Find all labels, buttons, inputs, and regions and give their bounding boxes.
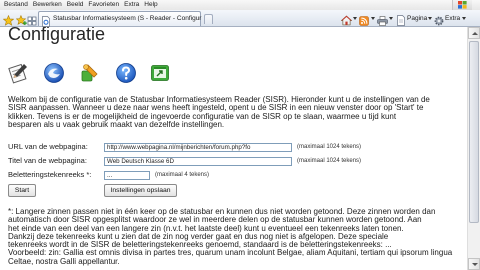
- print-icon[interactable]: [377, 13, 388, 26]
- menu-favorieten[interactable]: Favorieten: [88, 0, 119, 10]
- new-tab-button[interactable]: [204, 14, 213, 24]
- intro-line: besparen als u vaak gebruik maakt van de…: [8, 119, 225, 129]
- intro-text: Welkom bij de configuratie van de Status…: [8, 95, 430, 129]
- menu-help[interactable]: Help: [144, 0, 157, 10]
- url-hint: (maximaal 1024 tekens): [297, 144, 362, 150]
- footnote-text: *: Langere zinnen passen niet in één kee…: [8, 207, 452, 266]
- menu-items: Bestand Bewerken Beeld Favorieten Extra …: [4, 0, 158, 10]
- footnote-line: Celtae, nostra Galli appellantur.: [8, 256, 120, 266]
- quick-tabs-icon[interactable]: [27, 13, 38, 26]
- feed-icon[interactable]: [359, 13, 370, 26]
- tools-dropdown-arrow-icon[interactable]: [462, 17, 466, 20]
- title-input[interactable]: [104, 156, 292, 166]
- arrow-down-icon: [472, 263, 478, 266]
- save-settings-button[interactable]: Instellingen opslaan: [104, 184, 177, 197]
- scroll-up-button[interactable]: [468, 27, 480, 39]
- page-menu-label[interactable]: Pagina: [407, 10, 427, 27]
- tools-menu-label[interactable]: Extra: [445, 10, 460, 27]
- menu-extra[interactable]: Extra: [124, 0, 139, 10]
- feed-dropdown-arrow-icon[interactable]: [371, 17, 375, 20]
- home-dropdown-arrow-icon[interactable]: [353, 17, 357, 20]
- arrow-up-icon: [472, 32, 478, 35]
- ellipsis-label: Beletteringstekenreeks *:: [8, 170, 92, 179]
- page-viewport: Configuratie Welkom bij de configuratie …: [0, 27, 467, 270]
- add-favorite-icon[interactable]: [15, 13, 27, 26]
- vertical-scrollbar[interactable]: [467, 27, 480, 270]
- tools-icon[interactable]: [79, 62, 101, 84]
- page-menu-icon[interactable]: [396, 13, 407, 26]
- browser-tab-toolbar: Statusbar Informatiesysteem (S - Reader …: [0, 10, 480, 27]
- tab-title: Statusbar Informatiesysteem (S - Reader …: [53, 15, 202, 22]
- page-favicon-icon: [41, 14, 52, 27]
- launch-icon[interactable]: [149, 62, 171, 84]
- page-title: Configuratie: [8, 27, 106, 44]
- print-dropdown-arrow-icon[interactable]: [389, 17, 393, 20]
- home-icon[interactable]: [340, 13, 353, 26]
- ellipsis-input[interactable]: [104, 170, 150, 180]
- url-label: URL van de webpagina:: [8, 142, 88, 151]
- help-icon[interactable]: [115, 62, 137, 84]
- active-tab[interactable]: Statusbar Informatiesysteem (S - Reader …: [38, 11, 202, 27]
- page-dropdown-arrow-icon[interactable]: [428, 17, 432, 20]
- scroll-down-button[interactable]: [468, 258, 480, 270]
- start-button[interactable]: Start: [8, 184, 36, 197]
- menu-bestand[interactable]: Bestand: [4, 0, 28, 10]
- menu-beeld[interactable]: Beeld: [67, 0, 84, 10]
- scrollbar-thumb[interactable]: [469, 41, 479, 223]
- globe-icon[interactable]: [43, 62, 65, 84]
- title-hint: (maximaal 1024 tekens): [297, 158, 362, 164]
- notepad-icon[interactable]: [7, 62, 29, 84]
- url-input[interactable]: [104, 142, 292, 152]
- ellipsis-hint: (maximaal 4 tekens): [155, 172, 210, 178]
- browser-menubar: Bestand Bewerken Beeld Favorieten Extra …: [0, 0, 480, 10]
- favorites-star-icon[interactable]: [2, 13, 15, 26]
- title-label: Titel van de webpagina:: [8, 156, 87, 165]
- menu-bewerken[interactable]: Bewerken: [33, 0, 62, 10]
- windows-logo-icon: [452, 0, 472, 10]
- tools-gear-icon[interactable]: [434, 13, 445, 26]
